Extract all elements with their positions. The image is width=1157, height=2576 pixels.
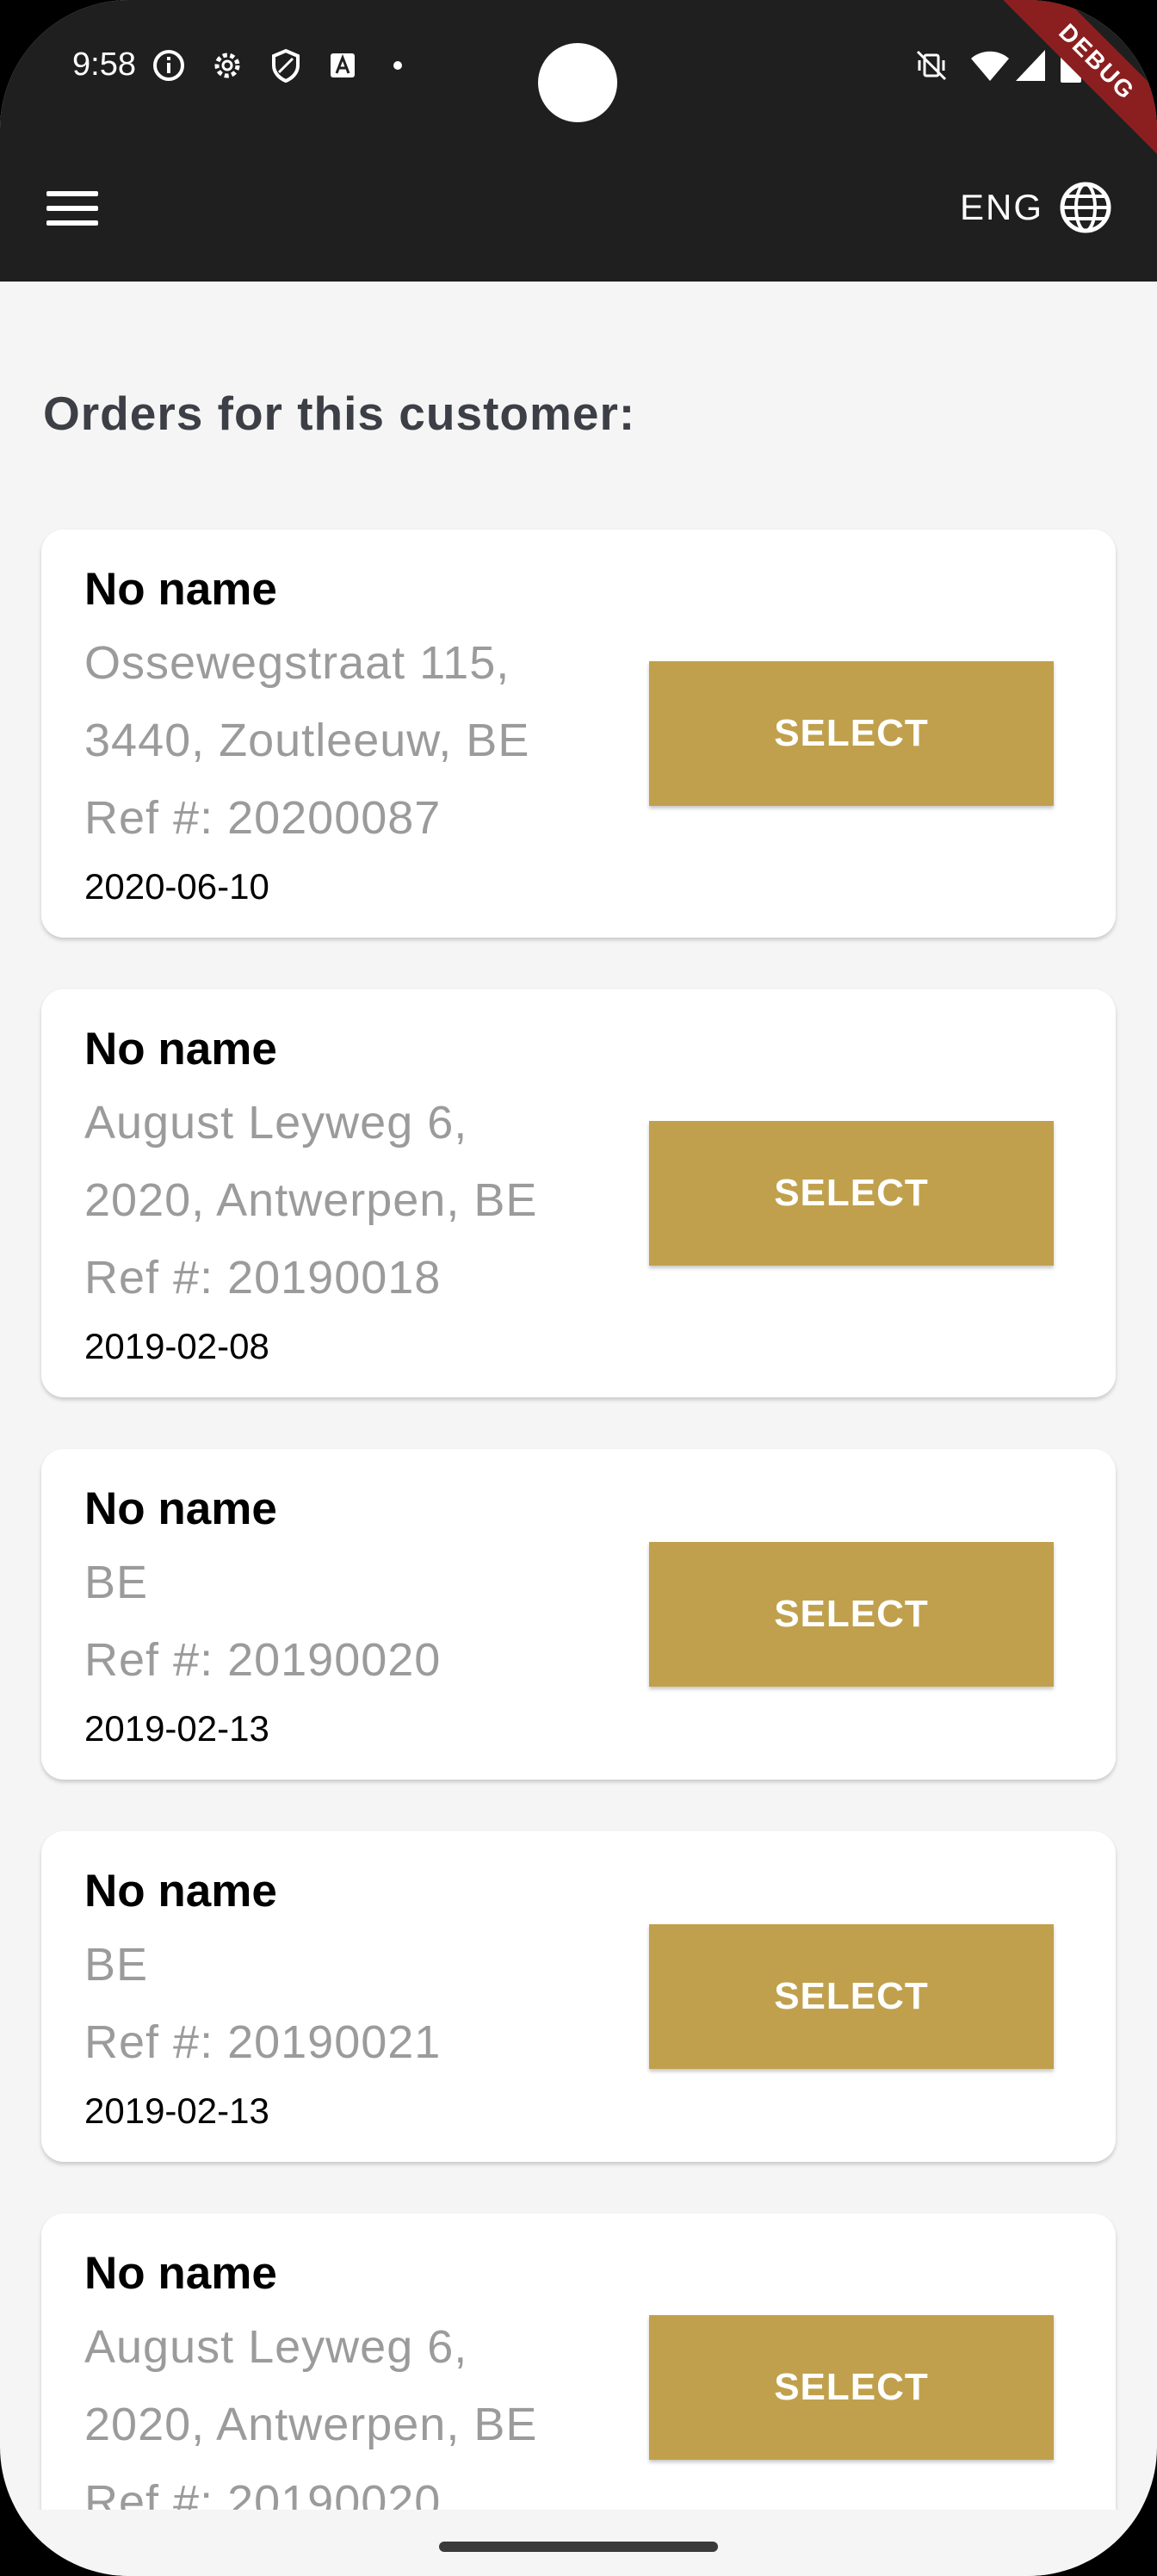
order-card: No name BE Ref #: 20190021 2019-02-13 SE… — [41, 1831, 1116, 2162]
app-screen: 9:58 DEBUG ENG Orders for this customer:… — [0, 0, 1157, 2576]
language-label: ENG — [959, 187, 1043, 227]
order-card: No name Ossewegstraat 115, 3440, Zoutlee… — [41, 529, 1116, 938]
order-address-line: BE — [84, 1939, 149, 1991]
debug-banner: DEBUG — [985, 0, 1157, 172]
order-date: 2019-02-08 — [84, 1326, 269, 1366]
shield-icon — [272, 48, 300, 83]
select-order-button[interactable]: SELECT — [649, 661, 1054, 806]
order-address-line: August Leyweg 6, — [84, 1097, 468, 1149]
select-order-button[interactable]: SELECT — [649, 1542, 1054, 1687]
order-name: No name — [84, 1483, 277, 1534]
order-name: No name — [84, 1866, 277, 1917]
select-order-button[interactable]: SELECT — [649, 1121, 1054, 1266]
globe-icon — [1060, 182, 1111, 233]
font-icon — [331, 53, 355, 77]
order-date: 2019-02-13 — [84, 1708, 269, 1749]
status-bar: 9:58 DEBUG — [0, 0, 1157, 172]
select-order-button[interactable]: SELECT — [649, 1924, 1054, 2069]
orders-list: No name Ossewegstraat 115, 3440, Zoutlee… — [41, 529, 1116, 2576]
order-ref: Ref #: 20190018 — [84, 1252, 442, 1303]
status-time: 9:58 — [72, 46, 136, 83]
language-selector[interactable]: ENG — [960, 181, 1112, 234]
gesture-handle[interactable] — [439, 2542, 718, 2552]
order-address-line: 2020, Antwerpen, BE — [84, 1174, 538, 1226]
order-card: No name BE Ref #: 20190020 2019-02-13 SE… — [41, 1449, 1116, 1780]
order-address-line: BE — [84, 1557, 149, 1608]
order-address-line: 2020, Antwerpen, BE — [84, 2399, 538, 2450]
order-name: No name — [84, 1024, 277, 1074]
hamburger-menu-icon[interactable] — [46, 191, 98, 229]
debug-banner-label: DEBUG — [985, 0, 1157, 172]
select-order-button[interactable]: SELECT — [649, 2315, 1054, 2460]
order-name: No name — [84, 2248, 277, 2299]
order-ref: Ref #: 20200087 — [84, 792, 442, 844]
order-date: 2020-06-10 — [84, 866, 269, 907]
order-address-line: August Leyweg 6, — [84, 2321, 468, 2373]
order-card: No name August Leyweg 6, 2020, Antwerpen… — [41, 989, 1116, 1397]
dot-icon — [393, 61, 402, 70]
order-address-line: 3440, Zoutleeuw, BE — [84, 715, 530, 766]
order-date: 2019-02-13 — [84, 2090, 269, 2131]
page-title: Orders for this customer: — [43, 387, 636, 440]
order-ref: Ref #: 20190021 — [84, 2016, 442, 2068]
vibrate-off-icon — [916, 50, 947, 81]
info-icon — [153, 50, 184, 81]
order-name: No name — [84, 564, 277, 615]
order-address-line: Ossewegstraat 115, — [84, 637, 510, 689]
settings-icon — [214, 53, 240, 78]
camera-cutout — [538, 43, 617, 122]
order-ref: Ref #: 20190020 — [84, 1634, 442, 1686]
app-top-bar: 9:58 DEBUG ENG — [0, 0, 1157, 282]
